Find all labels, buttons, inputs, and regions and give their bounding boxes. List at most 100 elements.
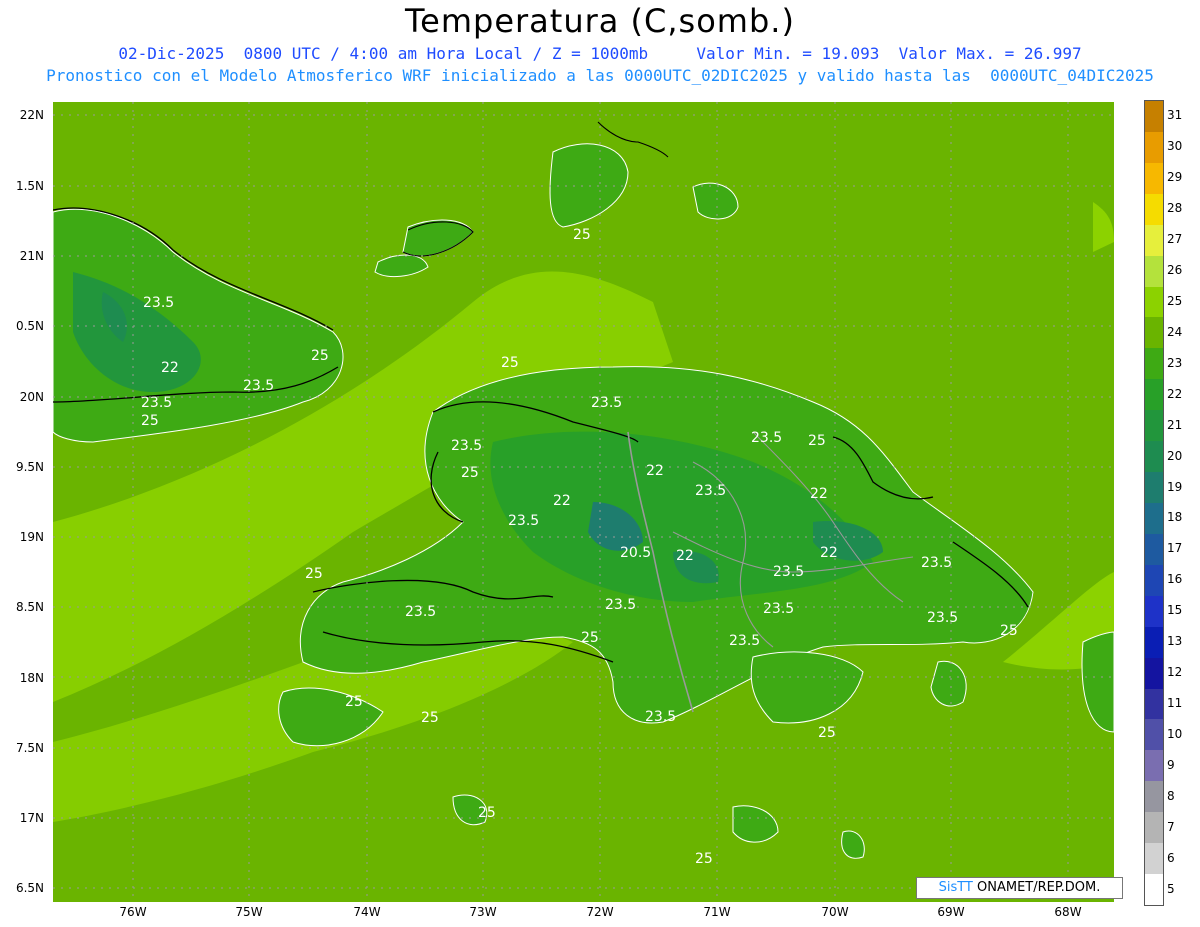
colorbar-segment — [1145, 595, 1163, 628]
lon-label: 71W — [703, 905, 731, 919]
contour-label: 23.5 — [921, 555, 952, 571]
lat-label: 9.5N — [15, 460, 44, 474]
contour-label: 23.5 — [451, 438, 482, 454]
contour-label: 23.5 — [763, 601, 794, 617]
colorbar-label: 27 — [1167, 232, 1183, 247]
colorbar-label: 8 — [1167, 788, 1175, 803]
contour-label: 25 — [501, 355, 519, 371]
colorbar-segment — [1145, 131, 1163, 164]
contour-label: 23.5 — [751, 430, 782, 446]
map-subtitle-time: 02-Dic-2025 0800 UTC / 4:00 am Hora Loca… — [118, 44, 1082, 63]
lat-label: 0.5N — [15, 319, 44, 333]
colorbar-segment — [1145, 874, 1163, 906]
contour-label: 25 — [695, 851, 713, 867]
colorbar-label: 16 — [1167, 572, 1183, 587]
lon-label: 73W — [469, 905, 497, 919]
contour-label: 22 — [820, 545, 838, 561]
lon-label: 70W — [821, 905, 849, 919]
colorbar-segment — [1145, 224, 1163, 257]
contour-label: 23.5 — [695, 483, 726, 499]
contour-label: 23.5 — [645, 709, 676, 725]
lat-label: 1.5N — [15, 179, 44, 193]
lon-label: 76W — [119, 905, 147, 919]
contour-label: 25 — [478, 805, 496, 821]
contour-label: 25 — [345, 694, 363, 710]
lat-label: 17N — [19, 811, 44, 825]
colorbar-label: 11 — [1167, 696, 1183, 710]
colorbar-segment — [1145, 688, 1163, 720]
colorbar-label: 22 — [1167, 386, 1183, 401]
colorbar-label: 31 — [1167, 108, 1183, 123]
credit-box: SisTT ONAMET/REP.DOM. — [916, 877, 1123, 899]
colorbar-label: 9 — [1167, 757, 1175, 772]
lon-label: 75W — [235, 905, 263, 919]
contour-label: 25 — [808, 433, 826, 449]
lat-label: 8.5N — [15, 600, 44, 614]
contour-label: 23.5 — [729, 633, 760, 649]
colorbar-label: 24 — [1167, 324, 1183, 339]
contour-label: 25 — [305, 566, 323, 582]
colorbar-label: 19 — [1167, 479, 1183, 494]
colorbar-segment — [1145, 348, 1163, 380]
lat-label: 7.5N — [15, 741, 44, 755]
map-subtitle-model: Pronostico con el Modelo Atmosferico WRF… — [46, 66, 1154, 85]
colorbar-label: 30 — [1167, 139, 1183, 154]
colorbar-label: 21 — [1167, 417, 1183, 432]
colorbar-segment — [1145, 193, 1163, 226]
contour-label: 22 — [553, 493, 571, 509]
colorbar-segment — [1145, 410, 1163, 442]
contour-label: 23.5 — [405, 604, 436, 620]
colorbar-segment — [1145, 781, 1163, 813]
colorbar-segment — [1145, 441, 1163, 473]
colorbar-label: 23 — [1167, 355, 1183, 370]
map-title: Temperatura (C,somb.) — [405, 2, 795, 40]
contour-label: 25 — [1000, 623, 1018, 639]
colorbar-label: 18 — [1167, 510, 1183, 525]
colorbar-label: 28 — [1167, 201, 1183, 216]
colorbar-segment — [1145, 379, 1163, 411]
lon-label: 74W — [353, 905, 381, 919]
colorbar-segment — [1145, 533, 1163, 566]
colorbar-label: 13 — [1167, 634, 1183, 649]
lat-label: 20N — [19, 390, 44, 404]
contour-label: 22 — [810, 486, 828, 502]
lat-label: 21N — [19, 249, 44, 263]
colorbar-segment — [1145, 472, 1163, 504]
contour-label: 25 — [581, 630, 599, 646]
contour-label: 20.5 — [620, 545, 651, 561]
colorbar-label: 29 — [1167, 170, 1183, 185]
lon-label: 69W — [937, 905, 965, 919]
contour-label: 23.5 — [591, 395, 622, 411]
colorbar-segment — [1145, 750, 1163, 782]
colorbar-segment — [1145, 255, 1163, 288]
colorbar-label: 20 — [1167, 448, 1183, 463]
colorbar-segment — [1145, 843, 1163, 875]
colorbar-segment — [1145, 812, 1163, 844]
colorbar-segment — [1145, 317, 1163, 349]
contour-label: 23.5 — [141, 395, 172, 411]
colorbar-label: 15 — [1167, 603, 1183, 618]
colorbar-segment — [1145, 286, 1163, 318]
contour-label: 23.5 — [773, 564, 804, 580]
contour-label: 23.5 — [143, 295, 174, 311]
contour-label: 23.5 — [243, 378, 274, 394]
colorbar-segment — [1145, 719, 1163, 751]
contour-label: 25 — [461, 465, 479, 481]
contour-label: 25 — [141, 413, 159, 429]
colorbar-segment — [1145, 564, 1163, 597]
temperature-colorbar — [1144, 100, 1164, 906]
colorbar-segment — [1145, 626, 1163, 659]
temperature-map: 23.5 22 25 23.5 23.5 25 25 25 23.5 23.5 … — [53, 102, 1114, 902]
lat-label: 22N — [19, 108, 44, 122]
colorbar-label: 17 — [1167, 541, 1183, 556]
colorbar-label: 26 — [1167, 263, 1183, 278]
contour-label: 22 — [646, 463, 664, 479]
colorbar-label: 7 — [1167, 819, 1175, 834]
colorbar-label: 10 — [1167, 726, 1183, 741]
colorbar-label: 12 — [1167, 665, 1183, 680]
colorbar-label: 6 — [1167, 850, 1175, 865]
lon-label: 68W — [1054, 905, 1082, 919]
colorbar-segment — [1145, 101, 1163, 133]
colorbar-segment — [1145, 162, 1163, 195]
contour-label: 23.5 — [927, 610, 958, 626]
